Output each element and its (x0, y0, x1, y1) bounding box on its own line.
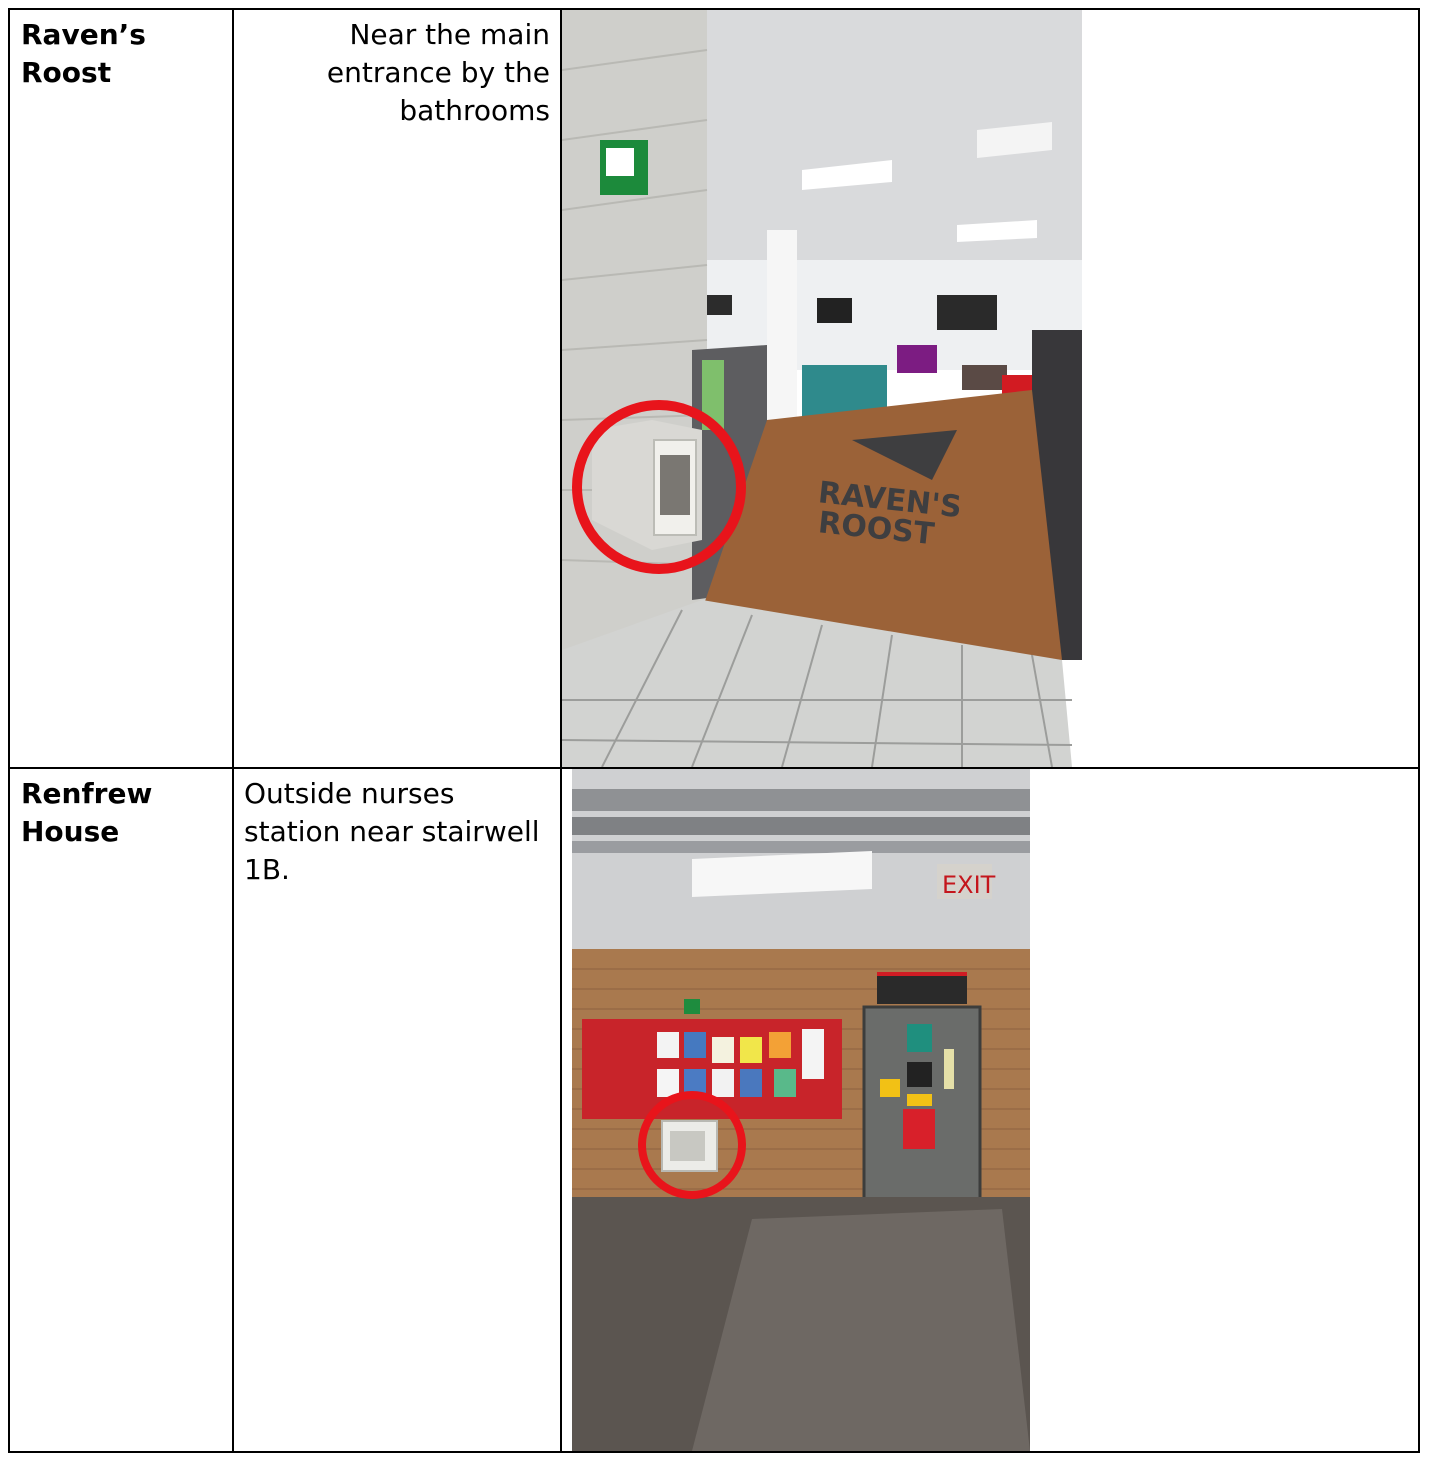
renfrew-house-photo: EXIT (562, 769, 1418, 1451)
location-cell: Near the main entrance by the bathrooms (232, 8, 562, 769)
ravens-roost-photo: RAVEN'S ROOST (562, 10, 1418, 767)
location-description: Outside nurses station near stairwell 1B… (244, 777, 540, 886)
table-row: Renfrew House Outside nurses station nea… (8, 767, 1420, 1453)
building-name: Renfrew House (21, 777, 153, 848)
location-description: Near the main entrance by the bathrooms (326, 18, 550, 127)
svg-text:EXIT: EXIT (942, 871, 996, 899)
aed-locations-table: Raven’s Roost Near the main entrance by … (8, 8, 1420, 1453)
building-name: Raven’s Roost (21, 18, 146, 89)
location-cell: Outside nurses station near stairwell 1B… (232, 767, 562, 1453)
aed-location-photo: EXIT (562, 769, 1418, 1451)
aed-location-photo: RAVEN'S ROOST (562, 10, 1418, 767)
building-cell: Renfrew House (8, 767, 234, 1453)
photo-cell: EXIT (560, 767, 1420, 1453)
building-cell: Raven’s Roost (8, 8, 234, 769)
table-row: Raven’s Roost Near the main entrance by … (8, 8, 1420, 769)
photo-cell: RAVEN'S ROOST (560, 8, 1420, 769)
